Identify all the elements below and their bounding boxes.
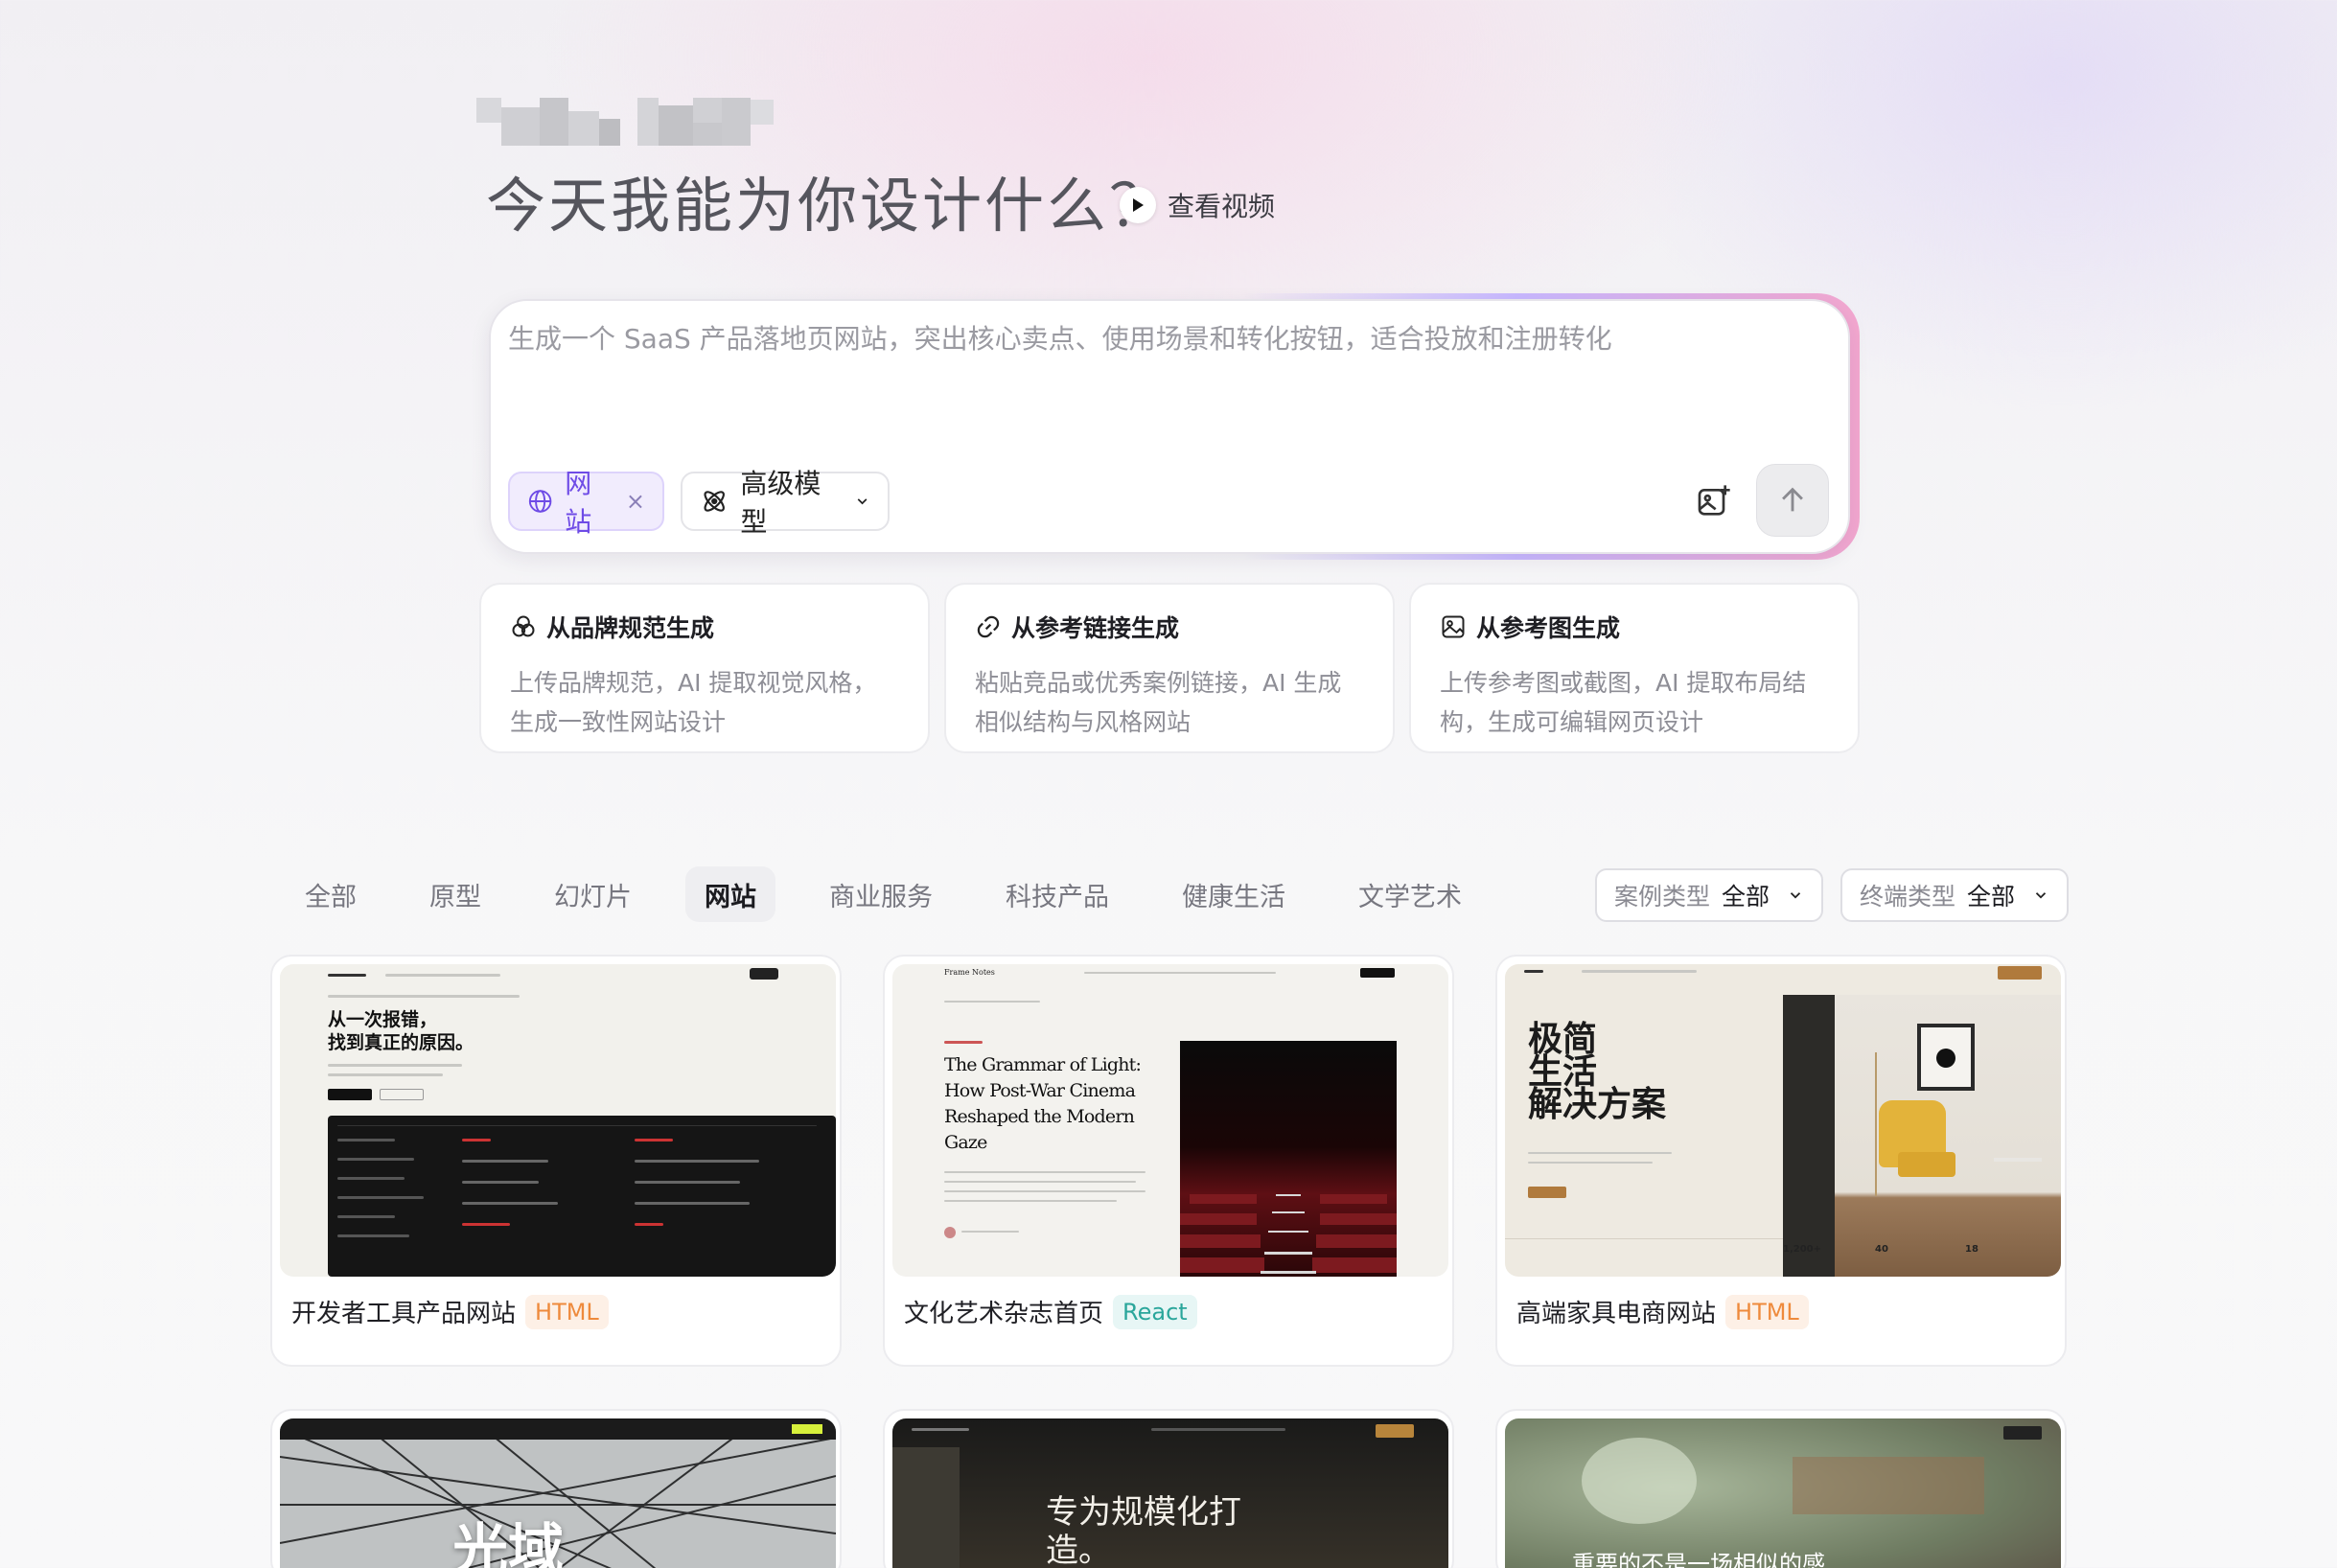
quick-card-title: 从参考链接生成 xyxy=(1011,614,1180,642)
tab-arts[interactable]: 文学艺术 xyxy=(1339,866,1481,922)
tab-health[interactable]: 健康生活 xyxy=(1163,866,1305,922)
thumb-brand: Frame Notes xyxy=(944,968,995,977)
quick-card-desc: 上传品牌规范，AI 提取视觉风格，生成一致性网站设计 xyxy=(510,669,877,736)
tab-tech[interactable]: 科技产品 xyxy=(986,866,1128,922)
case-thumbnail: Frame Notes The Grammar of Light: How Po… xyxy=(892,964,1448,1277)
quick-card-image[interactable]: 从参考图生成 上传参考图或截图，AI 提取布局结构，生成可编辑网页设计 xyxy=(1409,583,1860,753)
tab-prototype[interactable]: 原型 xyxy=(410,866,500,922)
watch-video-label: 查看视频 xyxy=(1168,191,1276,222)
site-type-chip[interactable]: 网站 × xyxy=(508,468,664,538)
case-thumbnail: 光域 xyxy=(280,1418,836,1568)
case-thumbnail: 重要的不是一场相似的感 xyxy=(1505,1418,2061,1568)
close-icon[interactable]: × xyxy=(626,488,645,515)
quick-card-title: 从品牌规范生成 xyxy=(546,614,715,642)
quick-card-link[interactable]: 从参考链接生成 粘贴竞品或优秀案例链接，AI 生成相似结构与风格网站 xyxy=(944,583,1395,753)
play-icon xyxy=(1120,187,1156,223)
quick-card-desc: 上传参考图或截图，AI 提取布局结构，生成可编辑网页设计 xyxy=(1440,669,1807,736)
cinema-photo xyxy=(1180,1041,1397,1277)
thumb-heading: How Post-War Cinema xyxy=(944,1080,1136,1101)
image-add-icon xyxy=(1698,485,1730,516)
thumb-stat: 40 xyxy=(1875,1244,1888,1255)
quick-card-brand[interactable]: 从品牌规范生成 上传品牌规范，AI 提取视觉风格，生成一致性网站设计 xyxy=(479,583,930,753)
model-select[interactable]: 高级模型 xyxy=(681,468,890,538)
case-thumbnail: 从一次报错， 找到真正的原因。 xyxy=(280,964,836,1277)
tech-tag-html: HTML xyxy=(525,1294,609,1329)
thumb-heading: 从一次报错， xyxy=(328,1009,438,1030)
thumb-stat: 1,200+ xyxy=(1783,1244,1822,1255)
arrow-up-icon xyxy=(1782,487,1803,512)
brand-logo-blurred xyxy=(476,98,778,146)
thumb-stat: 18 xyxy=(1965,1244,1978,1255)
case-card[interactable]: 光域 xyxy=(270,1409,842,1568)
thumb-heading: 造。 xyxy=(1046,1532,1111,1568)
upload-image-button[interactable] xyxy=(1687,474,1741,528)
case-thumbnail: 专为规模化打 造。 xyxy=(892,1418,1448,1568)
thumb-heading: 专为规模化打 xyxy=(1046,1493,1241,1532)
brand-icon xyxy=(512,615,535,637)
chevron-down-icon xyxy=(857,498,868,505)
device-type-select[interactable]: 终端类型 全部 xyxy=(1840,868,2069,922)
quick-card-desc: 粘贴竞品或优秀案例链接，AI 生成相似结构与风格网站 xyxy=(975,669,1342,736)
globe-icon xyxy=(528,490,552,513)
site-chip-label: 网站 xyxy=(565,468,592,538)
thumb-heading: The Grammar of Light: xyxy=(944,1054,1142,1075)
case-type-select[interactable]: 案例类型 全部 xyxy=(1595,868,1823,922)
device-type-label: 终端类型 xyxy=(1860,883,1956,911)
image-icon xyxy=(1442,615,1465,638)
case-type-value: 全部 xyxy=(1722,883,1770,911)
thumb-heading: 生活 xyxy=(1528,1052,1598,1092)
category-tabs: 全部 原型 幻灯片 网站 商业服务 科技产品 健康生活 文学艺术 xyxy=(286,866,1516,922)
hero-title: 今天我能为你设计什么？ xyxy=(486,171,1172,241)
case-card[interactable]: Frame Notes The Grammar of Light: How Po… xyxy=(883,955,1454,1367)
case-card[interactable]: 重要的不是一场相似的感 xyxy=(1495,1409,2067,1568)
thumb-heading: 解决方案 xyxy=(1528,1085,1667,1124)
thumb-heading: 极简 xyxy=(1528,1020,1598,1059)
watch-video-link[interactable]: 查看视频 xyxy=(1120,184,1275,226)
thumb-heading: Gaze xyxy=(944,1132,987,1153)
case-type-label: 案例类型 xyxy=(1614,883,1711,911)
prompt-input-placeholder[interactable]: 生成一个 SaaS 产品落地页网站，突出核心卖点、使用场景和转化按钮，适合投放和… xyxy=(508,318,1754,357)
tech-tag-html: HTML xyxy=(1725,1294,1809,1329)
room-photo xyxy=(1783,995,2061,1277)
case-title: 开发者工具产品网站 xyxy=(291,1300,517,1328)
case-title: 高端家具电商网站 xyxy=(1516,1300,1717,1328)
tab-slides[interactable]: 幻灯片 xyxy=(535,866,651,922)
chevron-down-icon xyxy=(1790,892,1801,899)
link-icon xyxy=(977,615,1000,638)
case-card[interactable]: 极简 生活 解决方案 1,200+ 40 18 高端家具电商网站 HTML xyxy=(1495,955,2067,1367)
chevron-down-icon xyxy=(2035,892,2047,899)
case-title: 文化艺术杂志首页 xyxy=(904,1300,1104,1328)
device-type-value: 全部 xyxy=(1967,883,2016,911)
case-thumbnail: 极简 生活 解决方案 1,200+ 40 18 xyxy=(1505,964,2061,1277)
thumb-heading: 重要的不是一场相似的感 xyxy=(1572,1551,1825,1568)
thumb-heading: 找到真正的原因。 xyxy=(328,1032,474,1053)
tab-business[interactable]: 商业服务 xyxy=(810,866,952,922)
thumb-heading: Reshaped the Modern xyxy=(944,1106,1135,1127)
tab-all[interactable]: 全部 xyxy=(286,866,376,922)
case-card[interactable]: 从一次报错， 找到真正的原因。 开发者工具产品网站 HTML xyxy=(270,955,842,1367)
tab-website[interactable]: 网站 xyxy=(685,866,775,922)
tech-tag-react: React xyxy=(1113,1294,1197,1329)
send-button[interactable] xyxy=(1756,464,1829,537)
thumb-heading: 光域 xyxy=(452,1517,565,1568)
model-chip-label: 高级模型 xyxy=(740,468,821,538)
atom-icon xyxy=(704,491,725,512)
case-card[interactable]: 专为规模化打 造。 xyxy=(883,1409,1454,1568)
quick-card-title: 从参考图生成 xyxy=(1476,614,1621,642)
